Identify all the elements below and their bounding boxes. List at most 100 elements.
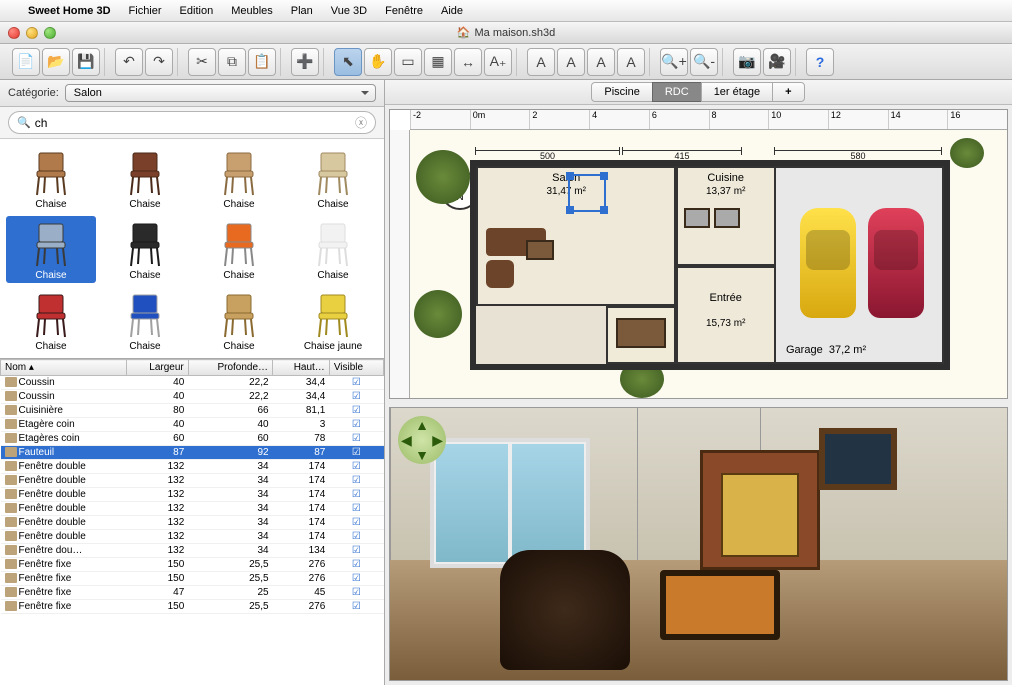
catalog-item[interactable]: Chaise	[100, 216, 190, 283]
app-menu[interactable]: Sweet Home 3D	[28, 5, 111, 17]
visible-checkbox[interactable]: ☑	[329, 418, 383, 432]
catalog-item[interactable]: Chaise jaune	[288, 287, 378, 354]
text-decrease-icon[interactable]: A	[617, 48, 645, 76]
menu-vue3d[interactable]: Vue 3D	[331, 5, 367, 17]
nav-down-icon[interactable]: ▼	[415, 447, 429, 463]
add-level-button[interactable]: +	[772, 82, 804, 102]
video-icon[interactable]: 🎥	[763, 48, 791, 76]
text-increase-icon[interactable]: A	[587, 48, 615, 76]
room-cuisine[interactable]: Cuisine 13,37 m²	[676, 166, 786, 266]
furniture-catalog[interactable]: Chaise Chaise Chaise Chaise Chaise Chais	[0, 139, 384, 359]
furniture-row[interactable]: Fenêtre fixe 472545 ☑	[1, 586, 384, 600]
catalog-item[interactable]: Chaise	[100, 287, 190, 354]
catalog-item[interactable]: Chaise	[6, 145, 96, 212]
furniture-row[interactable]: Fenêtre double 13234174 ☑	[1, 530, 384, 544]
visible-checkbox[interactable]: ☑	[329, 544, 383, 558]
room-garage[interactable]: Garage 37,2 m²	[774, 166, 944, 364]
catalog-item[interactable]: Chaise	[6, 287, 96, 354]
plan-tab[interactable]: Piscine	[591, 82, 652, 102]
zoom-window-icon[interactable]	[44, 27, 56, 39]
plan-tab[interactable]: RDC	[652, 82, 702, 102]
visible-checkbox[interactable]: ☑	[329, 404, 383, 418]
category-select[interactable]: Salon	[65, 84, 376, 102]
text-style-italic-icon[interactable]: A	[557, 48, 585, 76]
menu-edition[interactable]: Edition	[180, 5, 214, 17]
car-yellow[interactable]	[800, 208, 856, 318]
visible-checkbox[interactable]: ☑	[329, 558, 383, 572]
copy-icon[interactable]: ⧉	[218, 48, 246, 76]
visible-checkbox[interactable]: ☑	[329, 530, 383, 544]
catalog-item[interactable]: Chaise	[100, 145, 190, 212]
furniture-row[interactable]: Etagères coin 606078 ☑	[1, 432, 384, 446]
plant[interactable]	[414, 290, 462, 338]
visible-checkbox[interactable]: ☑	[329, 488, 383, 502]
visible-checkbox[interactable]: ☑	[329, 572, 383, 586]
catalog-item[interactable]: Chaise	[194, 216, 284, 283]
redo-icon[interactable]: ↷	[145, 48, 173, 76]
room-entree[interactable]: Entrée 15,73 m²	[676, 266, 786, 364]
save-icon[interactable]: 💾	[72, 48, 100, 76]
furniture-row[interactable]: Fenêtre double 13234174 ☑	[1, 474, 384, 488]
furniture-armchair[interactable]	[486, 260, 514, 288]
furniture-row[interactable]: Fenêtre fixe 15025,5276 ☑	[1, 558, 384, 572]
room-icon[interactable]: ▦	[424, 48, 452, 76]
column-header[interactable]: Largeur	[127, 360, 188, 376]
text-style-bold-icon[interactable]: A	[527, 48, 555, 76]
visible-checkbox[interactable]: ☑	[329, 376, 383, 390]
visible-checkbox[interactable]: ☑	[329, 474, 383, 488]
select-icon[interactable]: ⬉	[334, 48, 362, 76]
visible-checkbox[interactable]: ☑	[329, 432, 383, 446]
column-header[interactable]: Profonde…	[188, 360, 272, 376]
camera-icon[interactable]: 📷	[733, 48, 761, 76]
menu-meubles[interactable]: Meubles	[231, 5, 273, 17]
open-icon[interactable]: 📂	[42, 48, 70, 76]
catalog-search[interactable]: 🔍 ⓧ	[8, 111, 376, 134]
room-dining[interactable]	[606, 306, 676, 364]
furniture-row[interactable]: Cuisinière 806681,1 ☑	[1, 404, 384, 418]
close-window-icon[interactable]	[8, 27, 20, 39]
column-header[interactable]: Haut…	[273, 360, 330, 376]
furniture-row[interactable]: Fenêtre double 13234174 ☑	[1, 502, 384, 516]
furniture-row[interactable]: Coussin 4022,234,4 ☑	[1, 390, 384, 404]
pan-icon[interactable]: ✋	[364, 48, 392, 76]
furniture-row[interactable]: Fenêtre double 13234174 ☑	[1, 516, 384, 530]
plant[interactable]	[416, 150, 470, 204]
furniture-row[interactable]: Fauteuil 879287 ☑	[1, 446, 384, 460]
plan-tab[interactable]: 1er étage	[701, 82, 773, 102]
visible-checkbox[interactable]: ☑	[329, 586, 383, 600]
help-icon[interactable]: ?	[806, 48, 834, 76]
furniture-list[interactable]: Nom ▴LargeurProfonde…Haut…Visible Coussi…	[0, 359, 384, 685]
house-outline[interactable]: Salon 31,47 m² Cuisine 13,37 m²	[470, 160, 950, 370]
column-header[interactable]: Visible	[329, 360, 383, 376]
nav-left-icon[interactable]: ◀	[401, 432, 412, 449]
document-proxy-icon[interactable]: 🏠	[457, 26, 471, 39]
paste-icon[interactable]: 📋	[248, 48, 276, 76]
column-header[interactable]: Nom ▴	[1, 360, 127, 376]
appliance[interactable]	[684, 208, 710, 228]
furniture-row[interactable]: Fenêtre dou… 13234134 ☑	[1, 544, 384, 558]
add-furniture-icon[interactable]: ➕	[291, 48, 319, 76]
minimize-window-icon[interactable]	[26, 27, 38, 39]
furniture-dining-table[interactable]	[616, 318, 666, 348]
menu-fichier[interactable]: Fichier	[129, 5, 162, 17]
furniture-coffee-table[interactable]	[526, 240, 554, 260]
visible-checkbox[interactable]: ☑	[329, 502, 383, 516]
nav-3d-control[interactable]: ▲ ▼ ◀ ▶	[398, 416, 446, 464]
furniture-row[interactable]: Fenêtre double 13234174 ☑	[1, 488, 384, 502]
car-red[interactable]	[868, 208, 924, 318]
zoom-in-icon[interactable]: 🔍+	[660, 48, 688, 76]
visible-checkbox[interactable]: ☑	[329, 446, 383, 460]
visible-checkbox[interactable]: ☑	[329, 516, 383, 530]
zoom-out-icon[interactable]: 🔍-	[690, 48, 718, 76]
view-3d[interactable]: ▲ ▼ ◀ ▶	[389, 407, 1008, 681]
furniture-row[interactable]: Fenêtre fixe 15025,5276 ☑	[1, 572, 384, 586]
furniture-row[interactable]: Fenêtre double 13234174 ☑	[1, 460, 384, 474]
plan-2d-view[interactable]: -20m246810121416 N 500 415 580 Salon 31,…	[389, 109, 1008, 399]
cut-icon[interactable]: ✂	[188, 48, 216, 76]
furniture-row[interactable]: Fenêtre fixe 15025,5276 ☑	[1, 600, 384, 614]
plant[interactable]	[950, 138, 984, 168]
nav-up-icon[interactable]: ▲	[415, 417, 429, 433]
undo-icon[interactable]: ↶	[115, 48, 143, 76]
search-input[interactable]	[35, 116, 351, 130]
catalog-item[interactable]: Chaise	[288, 216, 378, 283]
